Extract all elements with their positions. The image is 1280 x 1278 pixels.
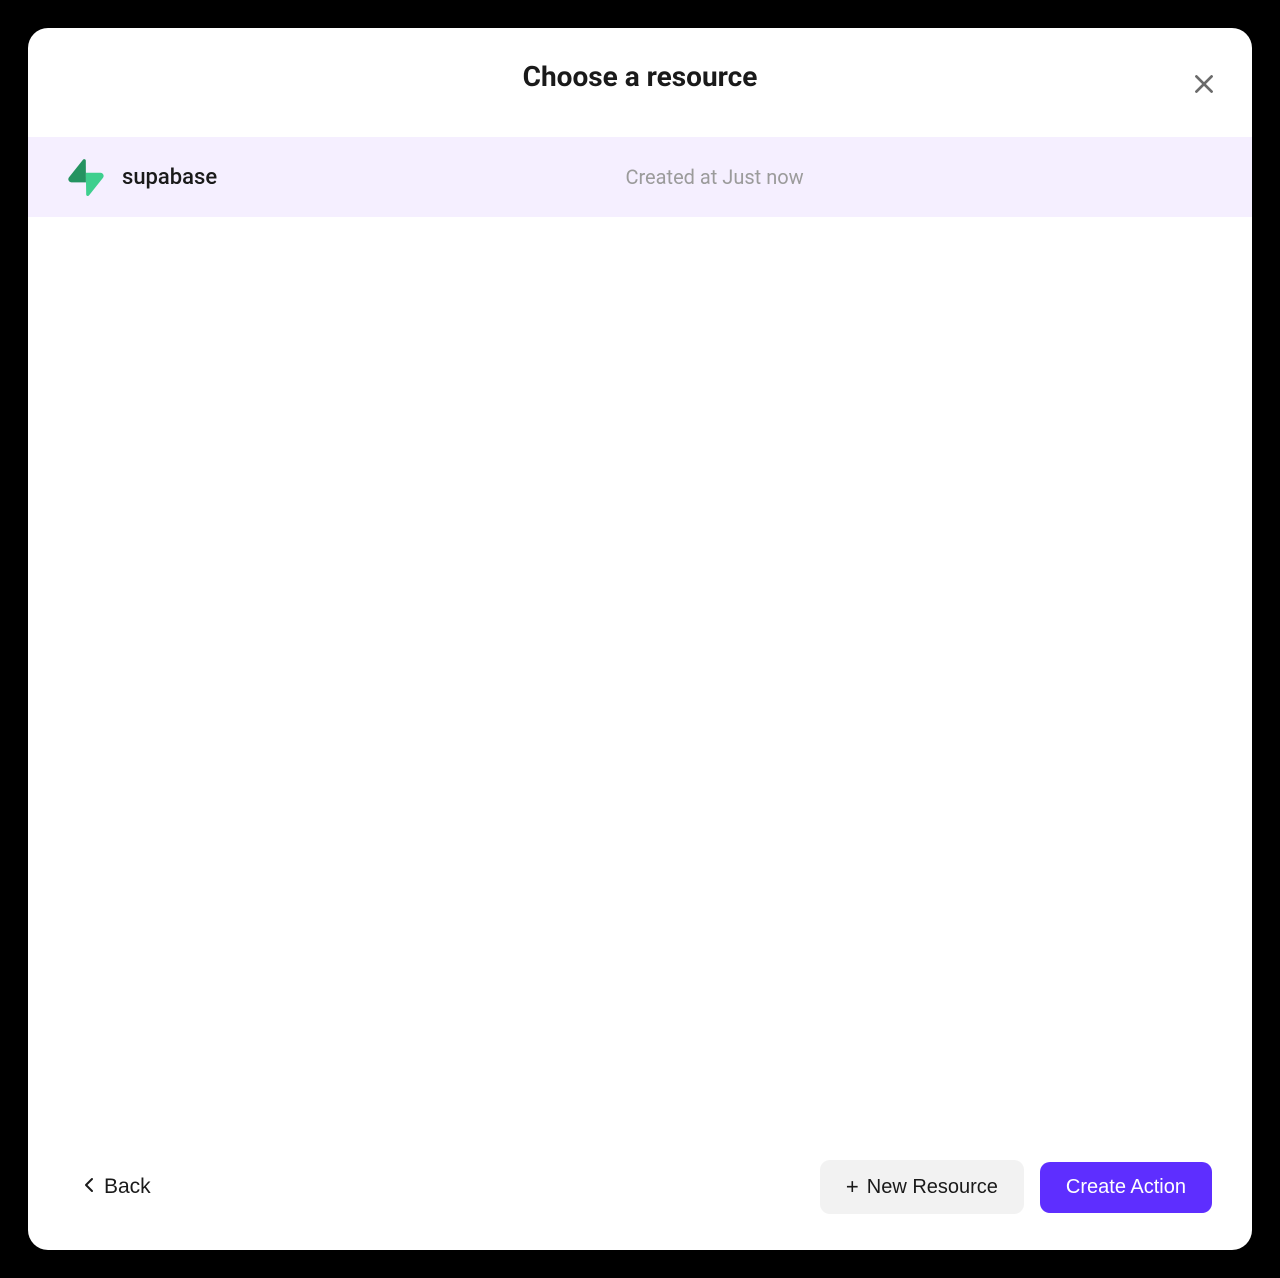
resource-list: supabase Created at Just now [28,121,1252,1136]
create-action-button[interactable]: Create Action [1040,1162,1212,1213]
new-resource-label: New Resource [867,1176,998,1199]
resource-meta: Created at Just now [217,165,1212,189]
resource-item-supabase[interactable]: supabase Created at Just now [28,137,1252,217]
supabase-icon [68,159,104,195]
chevron-left-icon [84,1177,94,1198]
resource-picker-modal: Choose a resource supabase Created at Ju… [28,28,1252,1250]
create-action-label: Create Action [1066,1176,1186,1198]
resource-name: supabase [122,165,217,190]
close-button[interactable] [1184,64,1224,104]
plus-icon: + [846,1174,859,1200]
modal-title: Choose a resource [523,60,758,93]
new-resource-button[interactable]: + New Resource [820,1160,1024,1214]
close-icon [1191,71,1217,97]
modal-header: Choose a resource [28,28,1252,121]
back-label: Back [104,1175,151,1199]
modal-footer: Back + New Resource Create Action [28,1136,1252,1250]
footer-actions: + New Resource Create Action [820,1160,1212,1214]
back-button[interactable]: Back [68,1165,167,1209]
